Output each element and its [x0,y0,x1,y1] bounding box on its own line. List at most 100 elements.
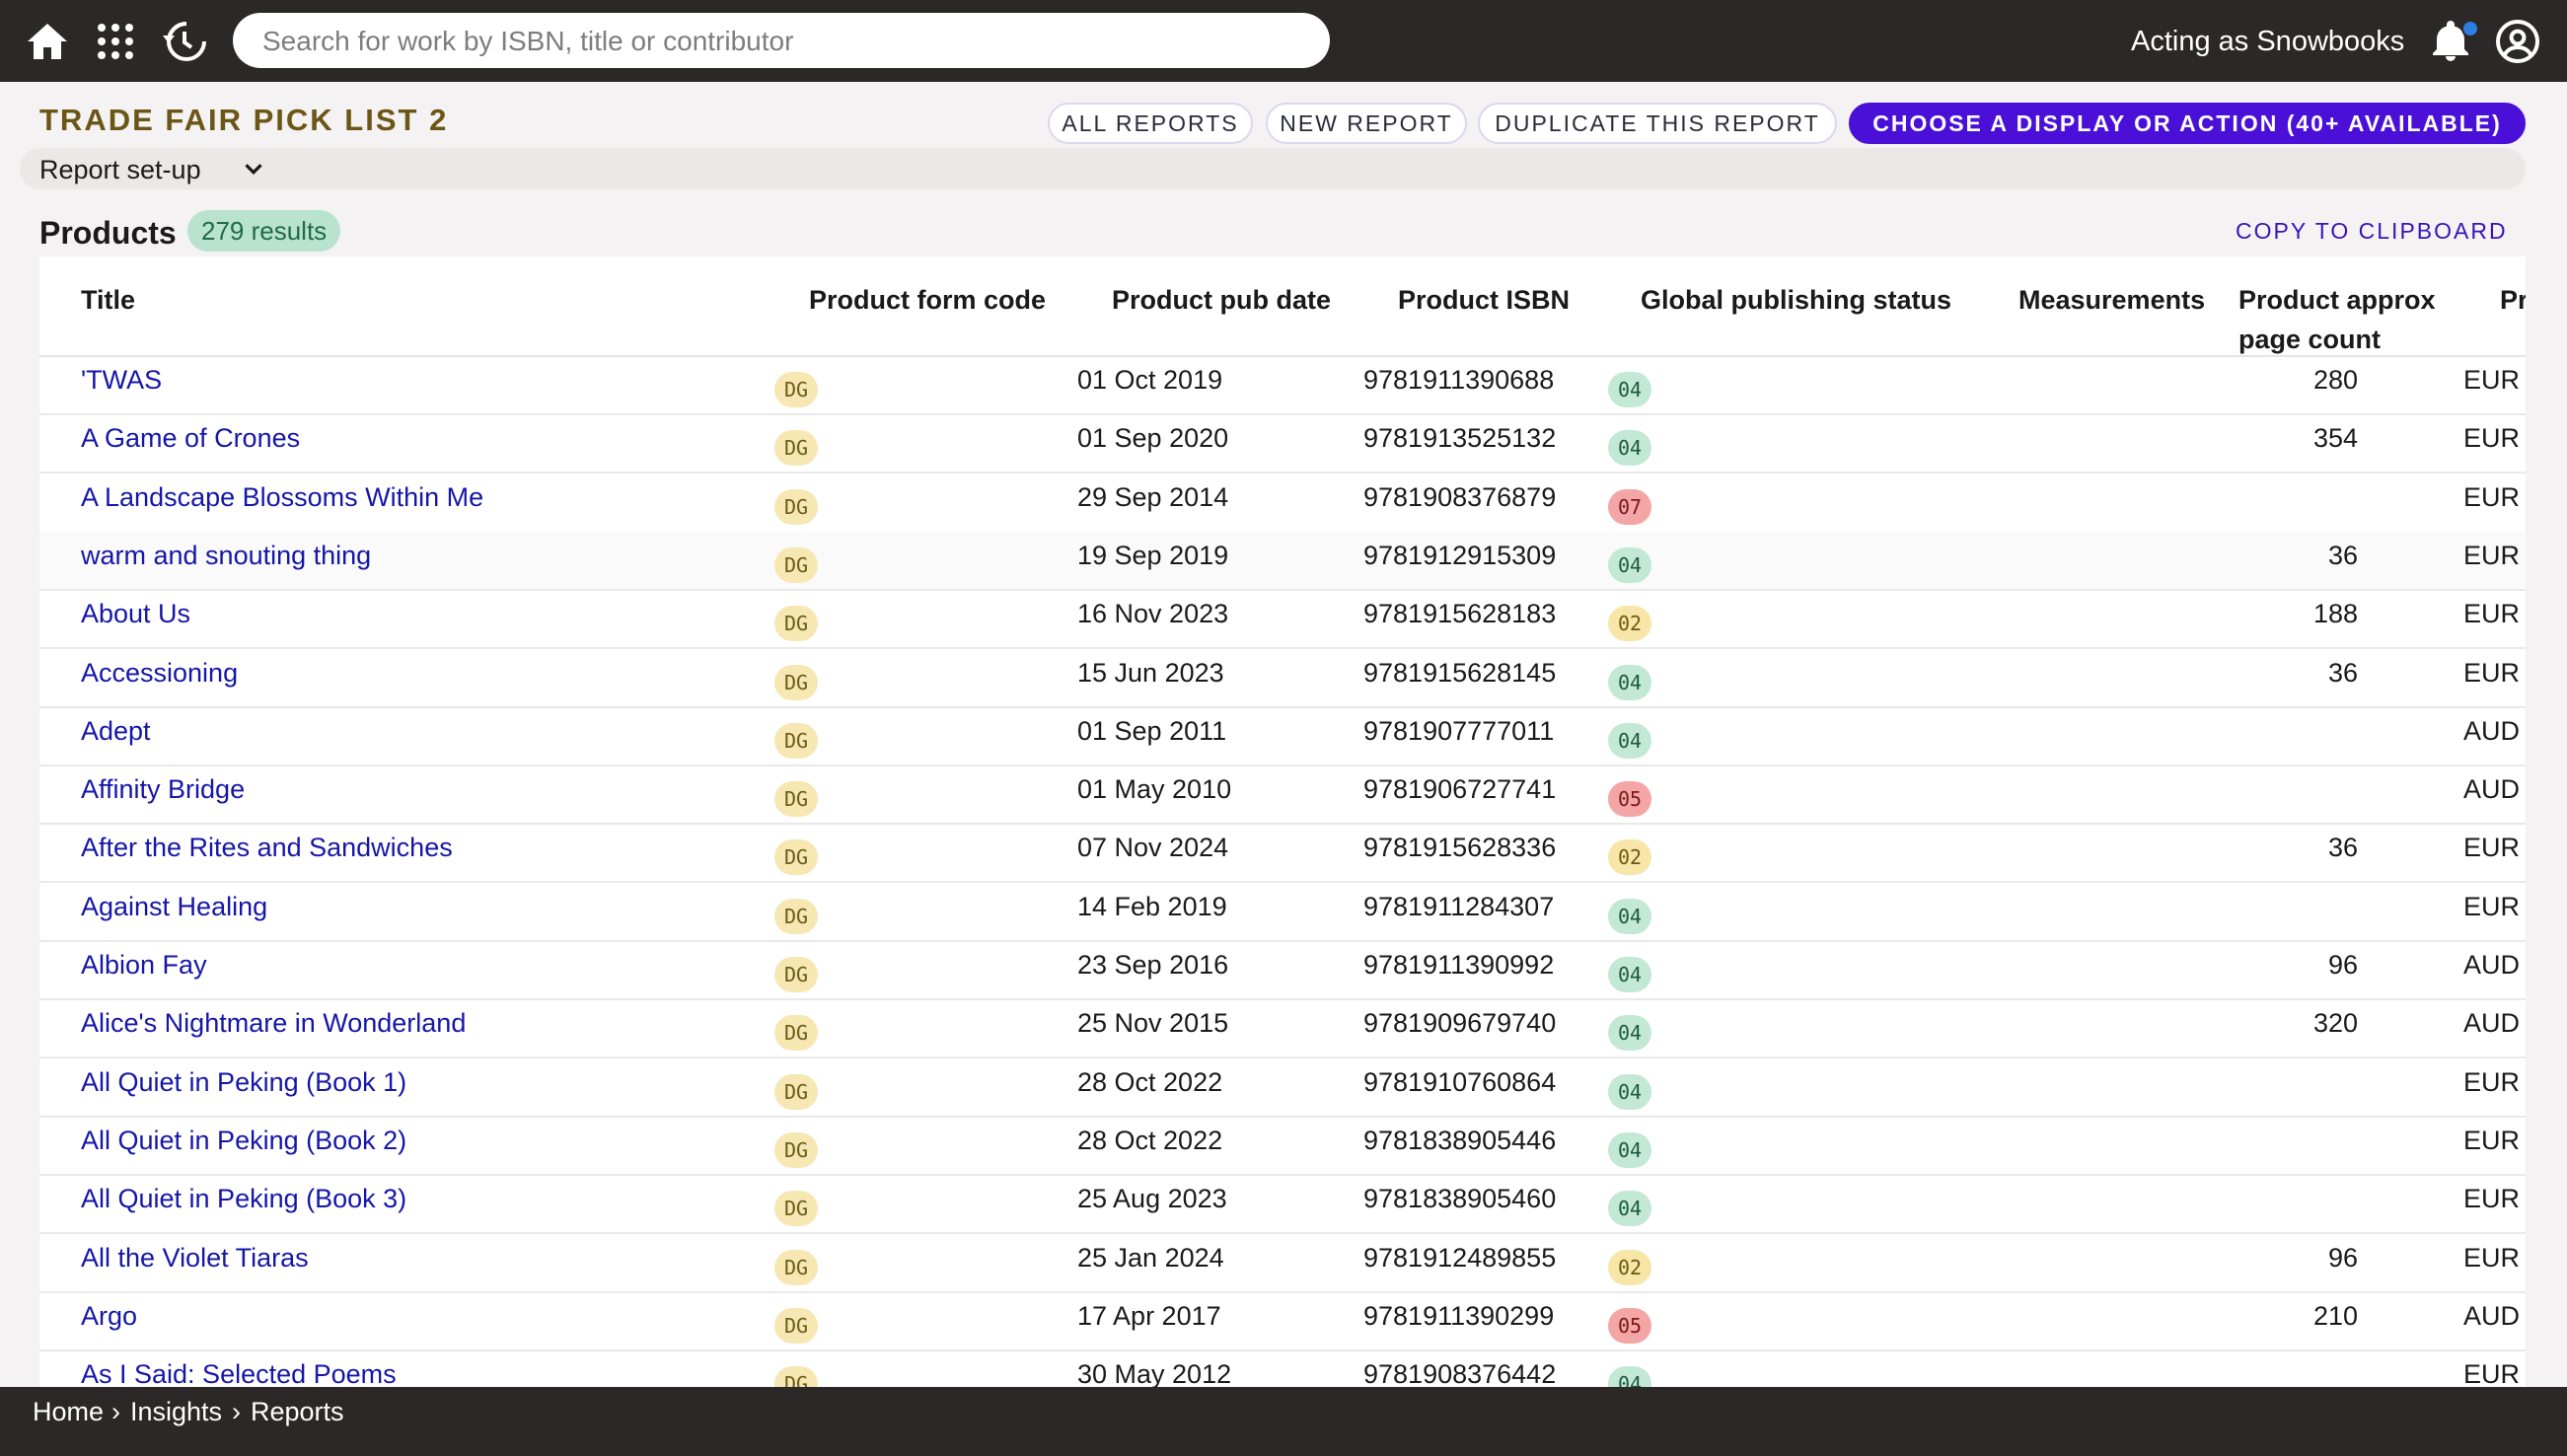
product-title-link[interactable]: Against Healing [81,892,267,922]
choose-display-action-button[interactable]: CHOOSE A DISPLAY OR ACTION (40+ AVAILABL… [1849,103,2526,144]
price-cell: AUD [2463,1008,2521,1039]
product-title-link[interactable]: As I Said: Selected Poems [81,1359,397,1387]
form-code-badge: DG [774,606,819,642]
form-code-badge: DG [774,1015,819,1052]
new-report-button[interactable]: NEW REPORT [1266,103,1467,144]
products-table: Title Product form code Product pub date… [39,256,2526,1387]
apps-grid-icon[interactable] [92,18,139,65]
table-row[interactable]: Against Healing DG 14 Feb 2019 978191128430… [39,882,2526,942]
product-title-link[interactable]: Adept [81,716,151,747]
breadcrumb-reports[interactable]: Reports [251,1397,344,1427]
page-count-cell: 188 [2312,599,2358,629]
chevron-down-icon[interactable] [239,154,268,183]
column-header-publishing-status[interactable]: Global publishing status [1641,280,1951,320]
publishing-status-badge: 04 [1608,430,1652,467]
copy-to-clipboard-button[interactable]: COPY TO CLIPBOARD [2236,218,2508,245]
column-header-price[interactable]: Pr [2500,280,2526,320]
breadcrumb-separator: › [232,1397,241,1426]
user-account-icon[interactable] [2494,18,2541,65]
publishing-status-badge: 04 [1608,546,1652,583]
product-title-link[interactable]: After the Rites and Sandwiches [81,833,453,863]
home-icon[interactable] [24,18,71,65]
page-count-cell: 96 [2327,950,2358,980]
table-row[interactable]: 'TWAS DG 01 Oct 2019 9781911390688 04 280 EUR [39,355,2526,415]
product-title-link[interactable]: Argo [81,1301,137,1332]
table-row[interactable]: warm and snouting thing DG 19 Sep 2019 9781… [39,530,2526,591]
column-header-page-count[interactable]: Product approx page count [2238,280,2446,359]
page-count-cell: 280 [2312,365,2358,395]
table-row[interactable]: All the Violet Tiaras DG 25 Jan 2024 978191… [39,1233,2526,1293]
publishing-status-badge: 07 [1608,488,1652,525]
publishing-status-badge: 02 [1608,1249,1652,1285]
column-header-measurements[interactable]: Measurements [2018,280,2205,320]
publishing-status-badge: 04 [1608,1131,1652,1168]
product-title-link[interactable]: Affinity Bridge [81,774,245,805]
table-row[interactable]: After the Rites and Sandwiches DG 07 Nov 2… [39,823,2526,884]
isbn-cell: 9781911284307 [1363,891,1555,921]
isbn-cell: 9781911390688 [1363,365,1555,395]
isbn-cell: 9781838905446 [1363,1125,1557,1155]
table-row[interactable]: Affinity Bridge DG 01 May 2010 978190672774… [39,764,2526,826]
table-row[interactable]: About Us DG 16 Nov 2023 9781915628183 02 188 E… [39,589,2526,650]
publishing-status-badge: 04 [1608,372,1652,407]
column-header-isbn[interactable]: Product ISBN [1398,280,1570,320]
breadcrumb-insights[interactable]: Insights [130,1397,222,1427]
column-header-title[interactable]: Title [81,280,135,320]
breadcrumb-separator: › [111,1397,120,1426]
price-cell: EUR [2463,657,2521,688]
product-title-link[interactable]: About Us [81,599,190,629]
search-box[interactable] [233,13,1330,70]
report-setup-bar[interactable]: Report set-up [20,148,2526,189]
table-row[interactable]: A Game of Crones DG 01 Sep 2020 97819135251… [39,413,2526,474]
table-row[interactable]: Albion Fay DG 23 Sep 2016 9781911390992 04 96… [39,940,2526,1000]
price-cell: EUR [2463,1184,2521,1214]
publishing-status-badge: 02 [1608,839,1652,876]
product-title-link[interactable]: Accessioning [81,658,238,689]
price-cell: EUR [2463,365,2521,395]
column-header-form-code[interactable]: Product form code [809,280,1046,320]
publishing-status-badge: 02 [1608,606,1652,642]
isbn-cell: 9781906727741 [1363,774,1557,805]
product-title-link[interactable]: A Game of Crones [81,423,300,454]
page-count-cell: 354 [2312,423,2358,454]
product-title-link[interactable]: 'TWAS [81,365,162,396]
product-title-link[interactable]: Albion Fay [81,950,207,981]
all-reports-button[interactable]: ALL REPORTS [1048,103,1253,144]
pub-date-cell: 25 Jan 2024 [1077,1242,1224,1273]
product-title-link[interactable]: All Quiet in Peking (Book 2) [81,1126,406,1156]
form-code-badge: DG [774,430,819,467]
isbn-cell: 9781908376879 [1363,481,1557,512]
table-row[interactable]: Adept DG 01 Sep 2011 9781907777011 04 AUD [39,706,2526,766]
product-title-link[interactable]: All Quiet in Peking (Book 1) [81,1067,406,1098]
product-title-link[interactable]: A Landscape Blossoms Within Me [81,482,483,513]
form-code-badge: DG [774,1366,819,1387]
pub-date-cell: 25 Aug 2023 [1077,1184,1227,1214]
product-title-link[interactable]: All the Violet Tiaras [81,1243,309,1274]
form-code-badge: DG [774,546,819,583]
search-input[interactable] [260,13,1306,70]
table-row[interactable]: Accessioning DG 15 Jun 2023 9781915628145 04… [39,648,2526,708]
top-bar: Acting as Snowbooks [0,0,2567,82]
table-row[interactable]: As I Said: Selected Poems DG 30 May 2012 97… [39,1349,2526,1387]
product-title-link[interactable]: All Quiet in Peking (Book 3) [81,1184,406,1214]
table-row[interactable]: All Quiet in Peking (Book 3) DG 25 Aug 202… [39,1174,2526,1235]
form-code-badge: DG [774,1191,819,1227]
report-setup-label[interactable]: Report set-up [39,155,201,185]
duplicate-report-button[interactable]: DUPLICATE THIS REPORT [1478,103,1837,144]
publishing-status-badge: 04 [1608,898,1652,934]
pub-date-cell: 28 Oct 2022 [1077,1066,1223,1097]
isbn-cell: 9781907777011 [1363,715,1555,746]
products-heading: Products [39,215,177,251]
product-title-link[interactable]: Alice's Nightmare in Wonderland [81,1008,466,1039]
history-icon[interactable] [161,18,208,65]
table-row[interactable]: A Landscape Blossoms Within Me DG 29 Sep 2… [39,473,2526,533]
breadcrumb-home[interactable]: Home [33,1397,104,1427]
table-row[interactable]: All Quiet in Peking (Book 1) DG 28 Oct 202… [39,1057,2526,1118]
table-row[interactable]: Argo DG 17 Apr 2017 9781911390299 05 210 AUD [39,1291,2526,1351]
product-title-link[interactable]: warm and snouting thing [81,541,371,571]
column-header-pub-date[interactable]: Product pub date [1112,280,1331,320]
table-row[interactable]: Alice's Nightmare in Wonderland DG 25 Nov … [39,998,2526,1059]
publishing-status-badge: 04 [1608,722,1652,759]
table-row[interactable]: All Quiet in Peking (Book 2) DG 28 Oct 202… [39,1116,2526,1176]
pub-date-cell: 28 Oct 2022 [1077,1125,1223,1155]
